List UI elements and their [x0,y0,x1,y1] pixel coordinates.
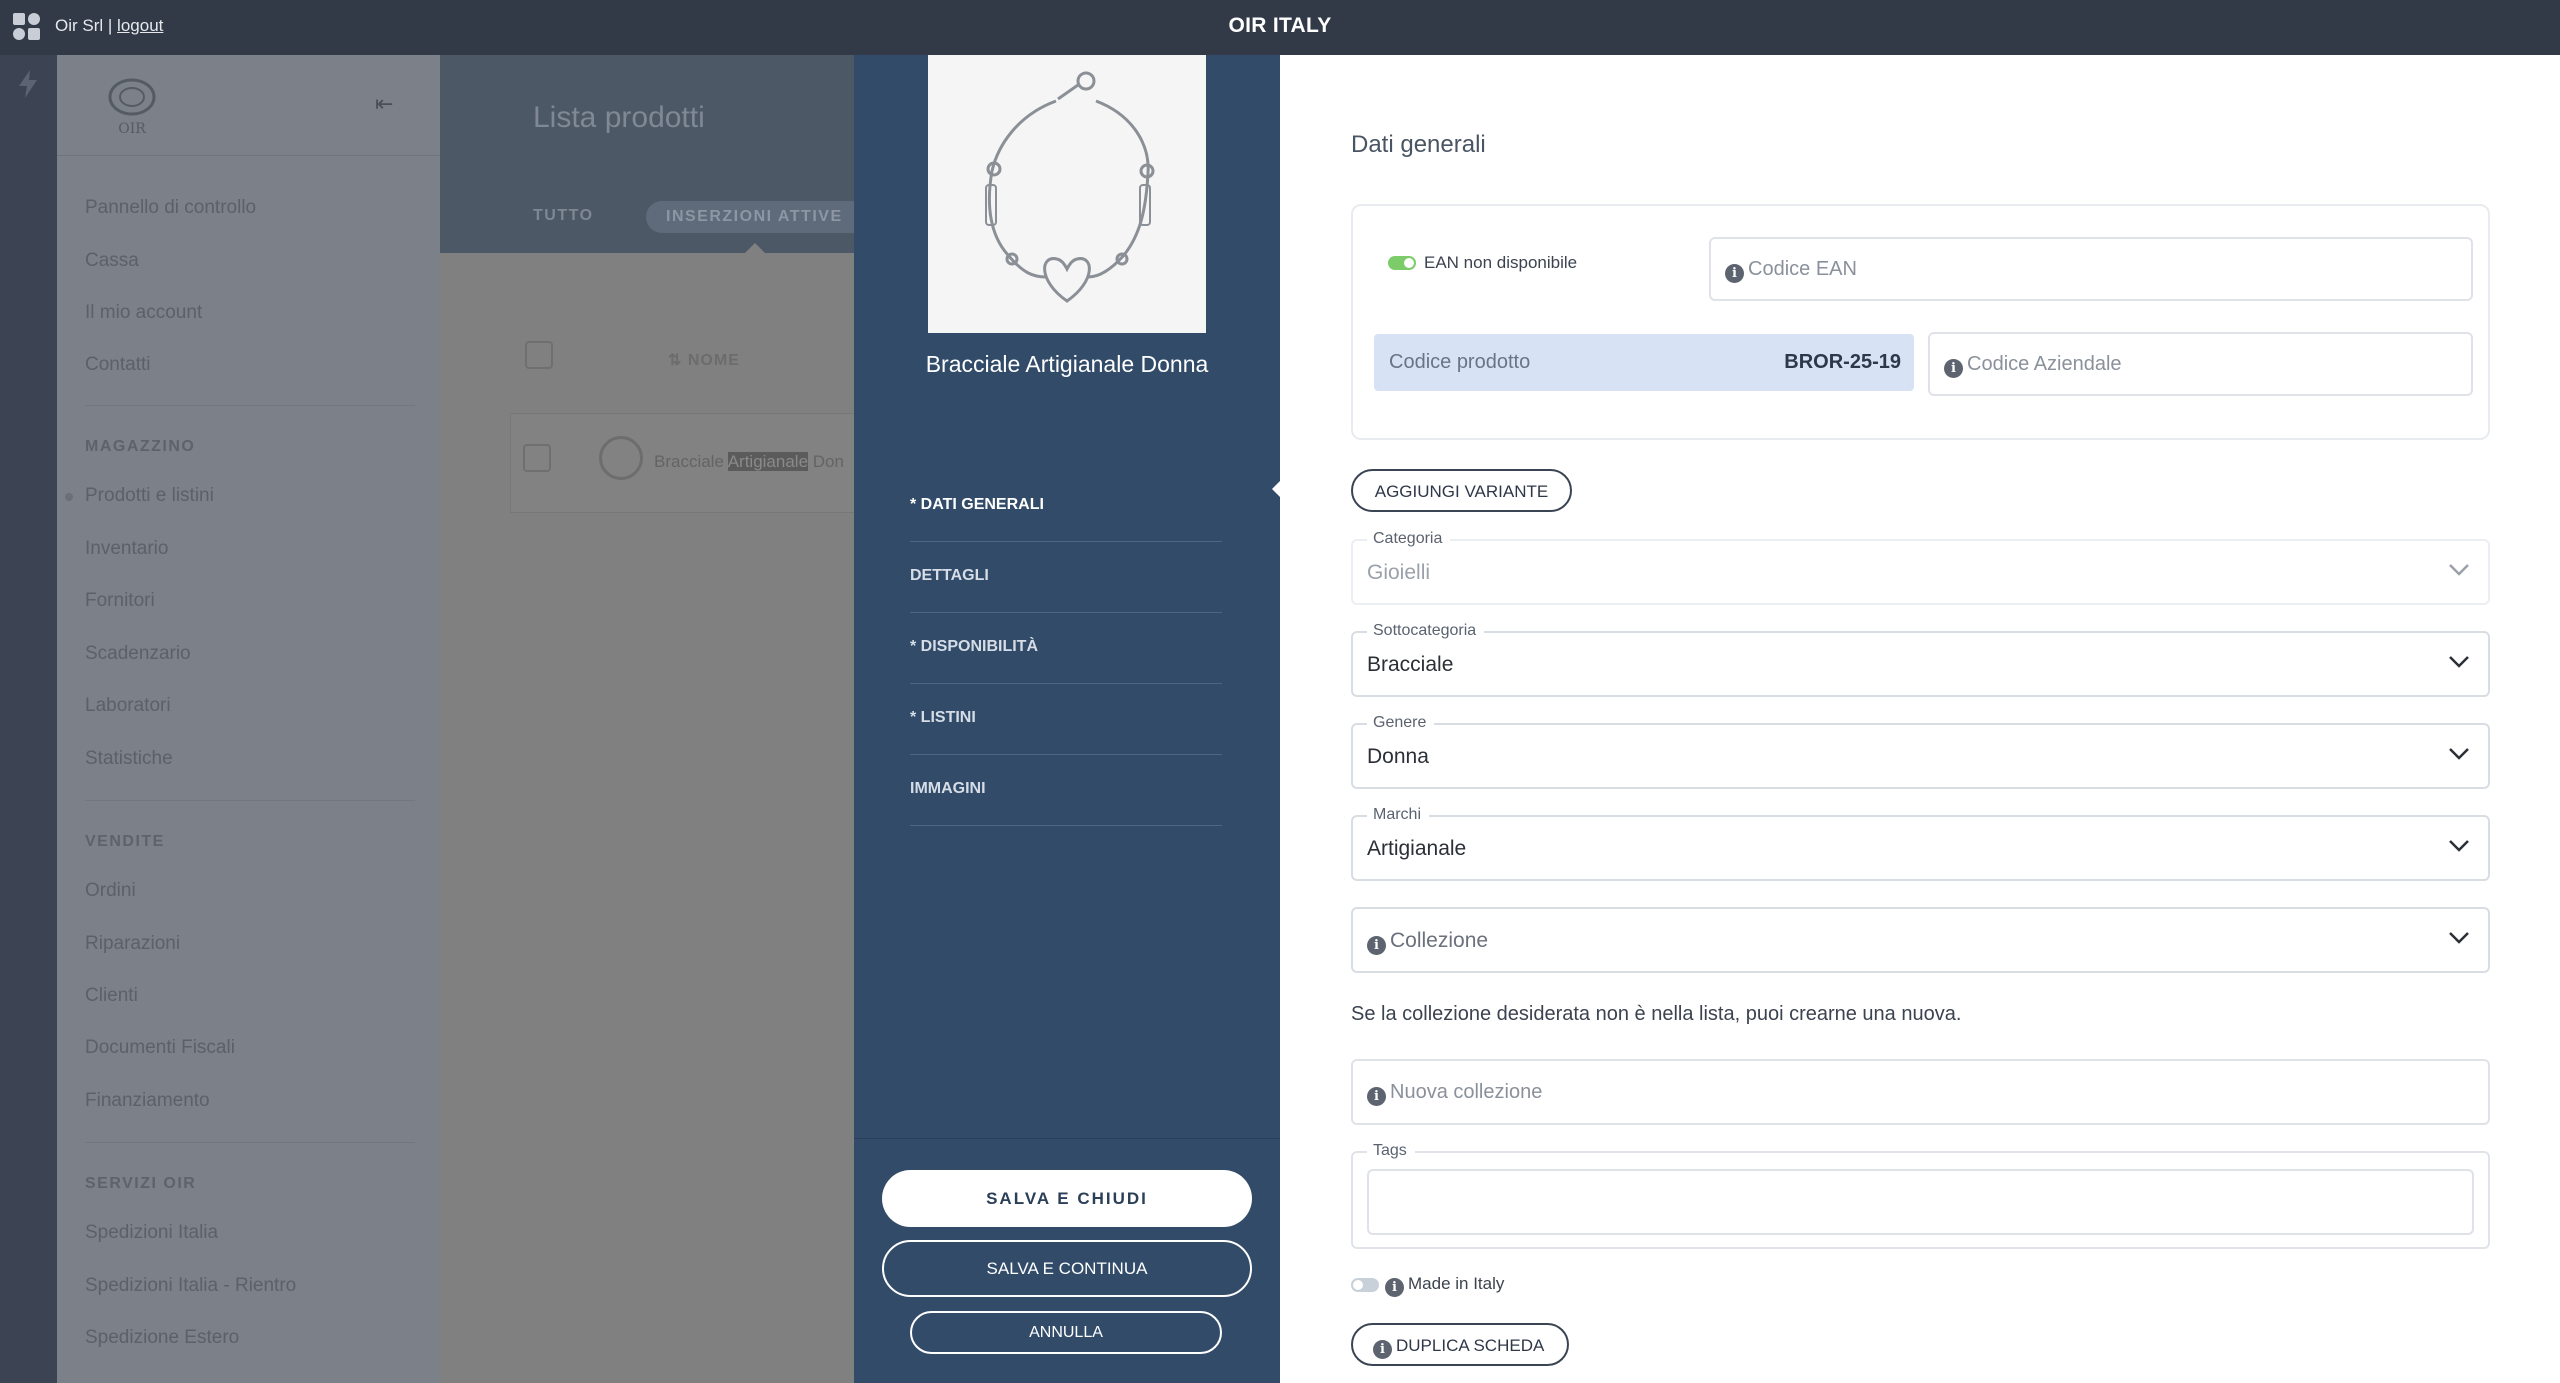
chevron-down-icon [2449,932,2469,944]
section-title: Dati generali [1351,131,1486,158]
sottocategoria-select[interactable]: Sottocategoria Bracciale [1351,622,2490,697]
sidebar-item-contatti[interactable]: Contatti [85,354,150,376]
info-icon[interactable]: i [1385,1278,1404,1297]
user-info: Oir Srl | logout [55,16,163,36]
row-product-name: Bracciale Artigianale Don [654,452,844,471]
cancel-button[interactable]: ANNULLA [910,1311,1222,1354]
collection-hint: Se la collezione desiderata non è nella … [1351,1003,1962,1025]
nav-disponibilita[interactable]: * DISPONIBILITÀ [910,613,1222,684]
list-header: Lista prodotti TUTTO INSERZIONI ATTIVE [440,55,876,253]
info-icon[interactable]: i [1725,264,1744,283]
tab-tutto[interactable]: TUTTO [533,207,594,225]
sidebar-item-cassa[interactable]: Cassa [85,250,139,272]
sidebar-item-account[interactable]: Il mio account [85,302,202,324]
add-variant-button[interactable]: AGGIUNGI VARIANTE [1351,469,1572,512]
sidebar-item-scadenzario[interactable]: Scadenzario [85,643,191,665]
active-indicator [65,493,73,501]
sidebar-item-spedizioni-italia[interactable]: Spedizioni Italia [85,1222,218,1244]
sidebar-section-vendite: VENDITE [85,833,165,850]
sidebar-item-inventario[interactable]: Inventario [85,538,168,560]
sidebar-item-riparazioni[interactable]: Riparazioni [85,933,180,955]
top-bar: Oir Srl | logout OIR ITALY [0,0,2560,55]
product-code-value: BROR-25-19 [1784,351,1901,373]
logout-link[interactable]: logout [117,16,163,35]
sidebar: OIR ⇤ Pannello di controllo Cassa Il mio… [57,55,440,1383]
left-strip [0,55,57,1383]
product-name: Bracciale Artigianale Donna [925,351,1209,377]
sidebar-item-statistiche[interactable]: Statistiche [85,748,173,770]
app-logo-icon[interactable] [12,12,42,42]
nav-immagini[interactable]: IMMAGINI [910,755,1222,826]
duplicate-button[interactable]: i DUPLICA SCHEDA [1351,1323,1569,1366]
sidebar-item-spedizione-estero[interactable]: Spedizione Estero [85,1327,239,1349]
bolt-icon[interactable] [16,69,40,99]
tags-input[interactable] [1367,1169,2474,1235]
row-checkbox[interactable] [523,444,551,472]
product-form: Dati generali EAN non disponibile i Codic… [1280,55,2560,1383]
tab-inserzioni-attive[interactable]: INSERZIONI ATTIVE [646,201,876,233]
info-icon[interactable]: i [1944,359,1963,378]
categoria-select[interactable]: Categoria Gioielli [1351,530,2490,605]
nav-listini[interactable]: * LISTINI [910,684,1222,755]
company-name: Oir Srl | [55,16,113,35]
column-header-nome[interactable]: ⇅ NOME [668,350,740,370]
brand-title: OIR ITALY [1228,14,1332,37]
save-close-button[interactable]: SALVA E CHIUDI [882,1170,1252,1227]
sidebar-item-clienti[interactable]: Clienti [85,985,138,1007]
svg-text:OIR: OIR [118,121,146,137]
oir-logo: OIR [108,78,156,137]
collapse-icon[interactable]: ⇤ [375,91,403,116]
page-title: Lista prodotti [533,101,705,134]
product-list-area: Lista prodotti TUTTO INSERZIONI ATTIVE ⇅… [440,55,876,1383]
info-icon[interactable]: i [1367,936,1386,955]
info-icon[interactable]: i [1367,1087,1386,1106]
nav-dati-generali[interactable]: * DATI GENERALI [910,471,1222,542]
product-code: Codice prodotto BROR-25-19 [1374,334,1914,391]
company-code-input[interactable]: i Codice Aziendale [1928,332,2473,396]
bracelet-image [928,55,1206,333]
made-in-italy-label: i Made in Italy [1385,1274,1504,1297]
chevron-down-icon [2449,840,2469,852]
product-panel: Bracciale Artigianale Donna * DATI GENER… [854,55,1281,1383]
made-in-italy-toggle[interactable] [1351,1278,1379,1292]
sidebar-item-fornitori[interactable]: Fornitori [85,590,155,612]
product-thumbnail [599,436,643,480]
chevron-down-icon [2449,564,2469,576]
table-row[interactable]: Bracciale Artigianale Don [510,413,870,513]
sidebar-item-prodotti[interactable]: Prodotti e listini [85,485,214,507]
sidebar-section-magazzino: MAGAZZINO [85,438,196,455]
ean-toggle[interactable] [1388,256,1416,270]
product-image [928,55,1206,333]
save-continue-button[interactable]: SALVA E CONTINUA [882,1240,1252,1297]
genere-select[interactable]: Genere Donna [1351,714,2490,789]
collezione-select[interactable]: i Collezione [1351,907,2490,973]
sidebar-item-laboratori[interactable]: Laboratori [85,695,171,717]
nav-dettagli[interactable]: DETTAGLI [910,542,1222,613]
sidebar-item-finanziamento[interactable]: Finanziamento [85,1090,210,1112]
new-collection-input[interactable]: i Nuova collezione [1351,1059,2490,1125]
tags-field: Tags [1351,1142,2490,1249]
marchi-select[interactable]: Marchi Artigianale [1351,806,2490,881]
chevron-down-icon [2449,656,2469,668]
select-all-checkbox[interactable] [525,341,553,369]
ean-box: EAN non disponibile i Codice EAN Codice p… [1351,204,2490,440]
info-icon[interactable]: i [1373,1340,1392,1359]
ean-toggle-label: EAN non disponibile [1424,253,1578,272]
sidebar-item-ordini[interactable]: Ordini [85,880,136,902]
sidebar-item-pannello[interactable]: Pannello di controllo [85,197,256,219]
sort-icon: ⇅ [668,352,688,369]
chevron-down-icon [2449,748,2469,760]
sidebar-section-servizi: SERVIZI OIR [85,1175,197,1192]
sidebar-item-documenti[interactable]: Documenti Fiscali [85,1037,235,1059]
sidebar-item-spedizioni-rientro[interactable]: Spedizioni Italia - Rientro [85,1275,296,1297]
ean-input[interactable]: i Codice EAN [1709,237,2473,301]
